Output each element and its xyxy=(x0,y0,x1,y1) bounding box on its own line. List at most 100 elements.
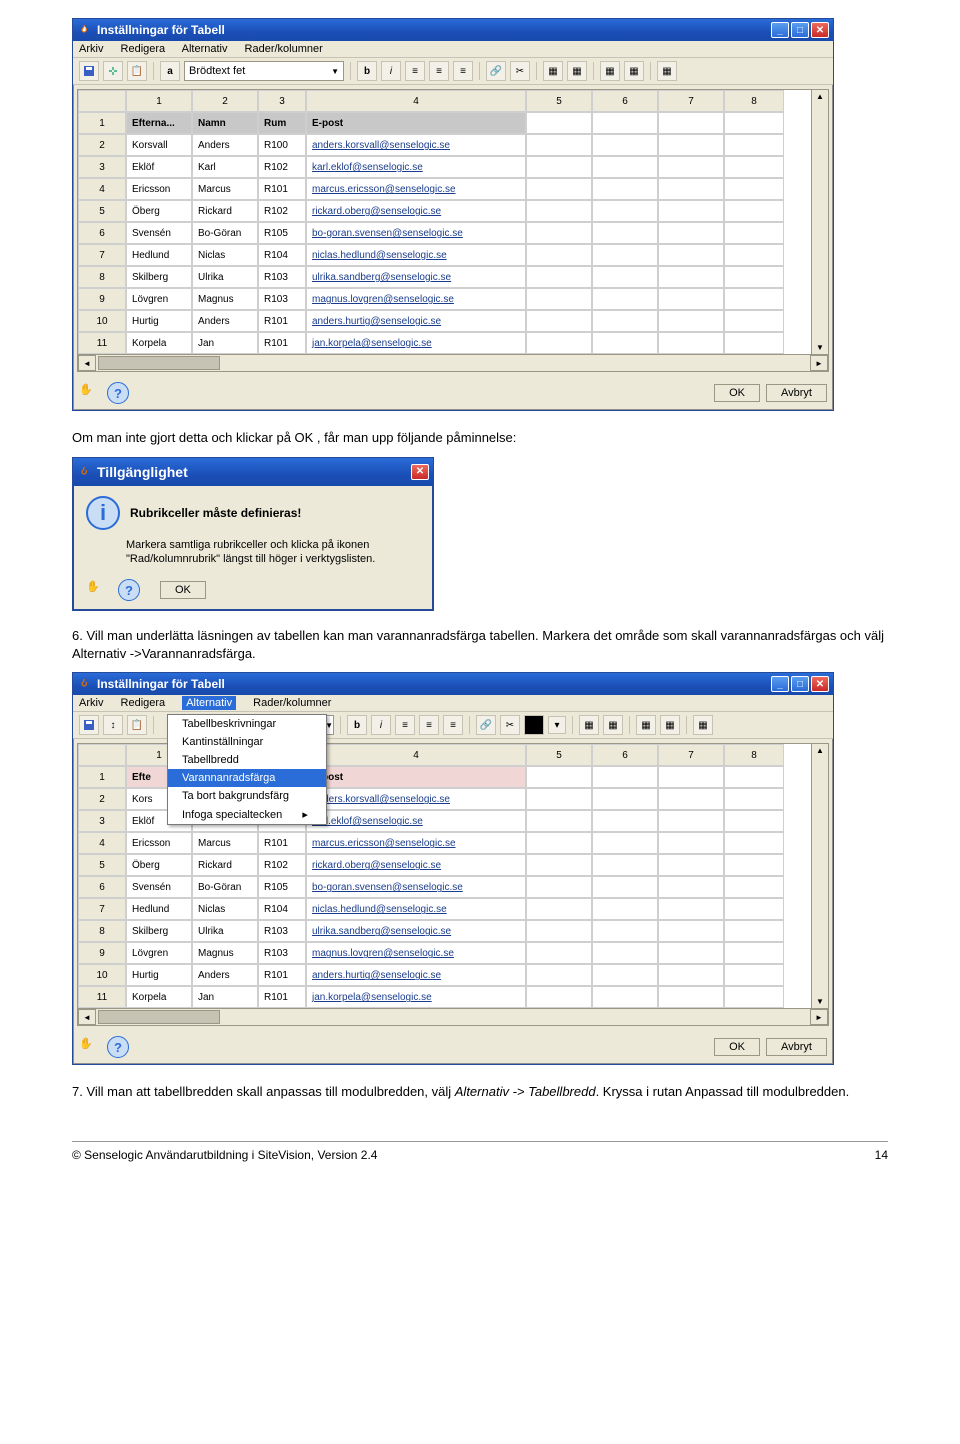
menu-item-tabellbredd[interactable]: Tabellbredd xyxy=(168,751,326,769)
cell-email[interactable]: niclas.hedlund@senselogic.se xyxy=(306,244,526,266)
cell-lastname[interactable]: Korpela xyxy=(126,986,192,1008)
align-left-icon[interactable]: ≡ xyxy=(395,715,415,735)
cell-lastname[interactable]: Svensén xyxy=(126,876,192,898)
cell-email[interactable]: marcus.ericsson@senselogic.se xyxy=(306,832,526,854)
col-7[interactable]: 7 xyxy=(658,744,724,766)
cell-room[interactable]: R103 xyxy=(258,288,306,310)
cell-room[interactable]: R103 xyxy=(258,920,306,942)
cell-email[interactable]: ulrika.sandberg@senselogic.se xyxy=(306,920,526,942)
cell-room[interactable]: R101 xyxy=(258,964,306,986)
menu-raderkolumner[interactable]: Rader/kolumner xyxy=(253,697,331,709)
cell-name[interactable]: Niclas xyxy=(192,898,258,920)
col-5[interactable]: 5 xyxy=(526,744,592,766)
maximize-button[interactable]: □ xyxy=(791,22,809,38)
table-row[interactable]: 5ÖbergRickardR102rickard.oberg@senselogi… xyxy=(78,854,811,876)
unlink-icon[interactable]: ✂ xyxy=(510,61,530,81)
cell-email[interactable]: karl.eklof@senselogic.se xyxy=(306,810,526,832)
table-icon-3[interactable]: ▦ xyxy=(600,61,620,81)
help-icon[interactable]: ? xyxy=(107,382,129,404)
table-row[interactable]: 7HedlundNiclasR104niclas.hedlund@senselo… xyxy=(78,898,811,920)
cell-lastname[interactable]: Korsvall xyxy=(126,134,192,156)
clipboard-icon[interactable]: 📋 xyxy=(127,715,147,735)
cell-email[interactable]: jan.korpela@senselogic.se xyxy=(306,986,526,1008)
menu-redigera[interactable]: Redigera xyxy=(121,43,166,55)
col-5[interactable]: 5 xyxy=(526,90,592,112)
table-icon-1[interactable]: ▦ xyxy=(543,61,563,81)
maximize-button[interactable]: □ xyxy=(791,676,809,692)
header-cell-icon[interactable]: ▦ xyxy=(693,715,713,735)
cell-lastname[interactable]: Eklöf xyxy=(126,156,192,178)
cell-name[interactable]: Ulrika xyxy=(192,266,258,288)
close-button[interactable]: ✕ xyxy=(811,676,829,692)
ok-button[interactable]: OK xyxy=(714,1038,760,1056)
merge-icon[interactable]: ↕ xyxy=(103,715,123,735)
help-icon[interactable]: ? xyxy=(107,1036,129,1058)
table-row[interactable]: 3EklöfKarlR102karl.eklof@senselogic.se xyxy=(78,156,811,178)
cancel-button[interactable]: Avbryt xyxy=(766,384,827,402)
cell-room[interactable]: R101 xyxy=(258,332,306,354)
horizontal-scrollbar[interactable]: ◄► xyxy=(78,1008,828,1025)
ok-button[interactable]: OK xyxy=(160,581,206,599)
cell-lastname[interactable]: Svensén xyxy=(126,222,192,244)
col-1[interactable]: 1 xyxy=(126,90,192,112)
menu-item-varannanradsfarga[interactable]: Varannanradsfärga xyxy=(168,769,326,787)
cell-name[interactable]: Marcus xyxy=(192,178,258,200)
table-row[interactable]: 6SvensénBo-GöranR105bo-goran.svensen@sen… xyxy=(78,222,811,244)
minimize-button[interactable]: _ xyxy=(771,676,789,692)
close-button[interactable]: ✕ xyxy=(411,464,429,480)
table-row[interactable]: 8SkilbergUlrikaR103ulrika.sandberg@sense… xyxy=(78,266,811,288)
ok-button[interactable]: OK xyxy=(714,384,760,402)
cell-name[interactable]: Rickard xyxy=(192,854,258,876)
menu-raderkolumner[interactable]: Rader/kolumner xyxy=(245,43,323,55)
col-7[interactable]: 7 xyxy=(658,90,724,112)
cancel-button[interactable]: Avbryt xyxy=(766,1038,827,1056)
cell-name[interactable]: Magnus xyxy=(192,942,258,964)
cell-lastname[interactable]: Öberg xyxy=(126,200,192,222)
cell-room[interactable]: R104 xyxy=(258,898,306,920)
cell-room[interactable]: R101 xyxy=(258,986,306,1008)
table-row[interactable]: 10HurtigAndersR101anders.hurtig@senselog… xyxy=(78,964,811,986)
table-icon-1[interactable]: ▦ xyxy=(579,715,599,735)
cell-name[interactable]: Karl xyxy=(192,156,258,178)
cell-email[interactable]: anders.hurtig@senselogic.se xyxy=(306,310,526,332)
cell-name[interactable]: Anders xyxy=(192,134,258,156)
cell-room[interactable]: R105 xyxy=(258,222,306,244)
italic-icon[interactable]: i xyxy=(381,61,401,81)
cell-lastname[interactable]: Ericsson xyxy=(126,178,192,200)
cell-lastname[interactable]: Lövgren xyxy=(126,288,192,310)
col-4[interactable]: 4 xyxy=(306,744,526,766)
cell-lastname[interactable]: Hedlund xyxy=(126,244,192,266)
table-icon-2[interactable]: ▦ xyxy=(603,715,623,735)
table-icon-3[interactable]: ▦ xyxy=(636,715,656,735)
cell-email[interactable]: anders.hurtig@senselogic.se xyxy=(306,964,526,986)
cell-room[interactable]: R100 xyxy=(258,134,306,156)
cell-room[interactable]: R105 xyxy=(258,876,306,898)
menu-alternativ[interactable]: Alternativ xyxy=(182,696,236,710)
font-a-icon[interactable]: a xyxy=(160,61,180,81)
save-icon[interactable] xyxy=(79,61,99,81)
merge-icon[interactable] xyxy=(103,61,123,81)
color-swatch[interactable] xyxy=(524,715,544,735)
table-row[interactable]: 8SkilbergUlrikaR103ulrika.sandberg@sense… xyxy=(78,920,811,942)
link-icon[interactable]: 🔗 xyxy=(476,715,496,735)
cell-name[interactable]: Ulrika xyxy=(192,920,258,942)
style-dropdown[interactable]: Brödtext fet▼ xyxy=(184,61,344,81)
cell-email[interactable]: magnus.lovgren@senselogic.se xyxy=(306,288,526,310)
cell-lastname[interactable]: Skilberg xyxy=(126,266,192,288)
cell-email[interactable]: bo-goran.svensen@senselogic.se xyxy=(306,876,526,898)
cell-email[interactable]: jan.korpela@senselogic.se xyxy=(306,332,526,354)
cell-room[interactable]: R102 xyxy=(258,200,306,222)
vertical-scrollbar[interactable]: ▲▼ xyxy=(811,744,828,1008)
table-row[interactable]: 4EricssonMarcusR101marcus.ericsson@sense… xyxy=(78,178,811,200)
titlebar[interactable]: Inställningar för Tabell _ □ ✕ xyxy=(73,673,833,695)
cell-name[interactable]: Marcus xyxy=(192,832,258,854)
cell-email[interactable]: magnus.lovgren@senselogic.se xyxy=(306,942,526,964)
cell-email[interactable]: bo-goran.svensen@senselogic.se xyxy=(306,222,526,244)
clipboard-icon[interactable]: 📋 xyxy=(127,61,147,81)
cell-email[interactable]: anders.korsvall@senselogic.se xyxy=(306,788,526,810)
cell-room[interactable]: R101 xyxy=(258,310,306,332)
bold-icon[interactable]: b xyxy=(347,715,367,735)
cell-name[interactable]: Bo-Göran xyxy=(192,876,258,898)
align-left-icon[interactable]: ≡ xyxy=(405,61,425,81)
cell-lastname[interactable]: Ericsson xyxy=(126,832,192,854)
